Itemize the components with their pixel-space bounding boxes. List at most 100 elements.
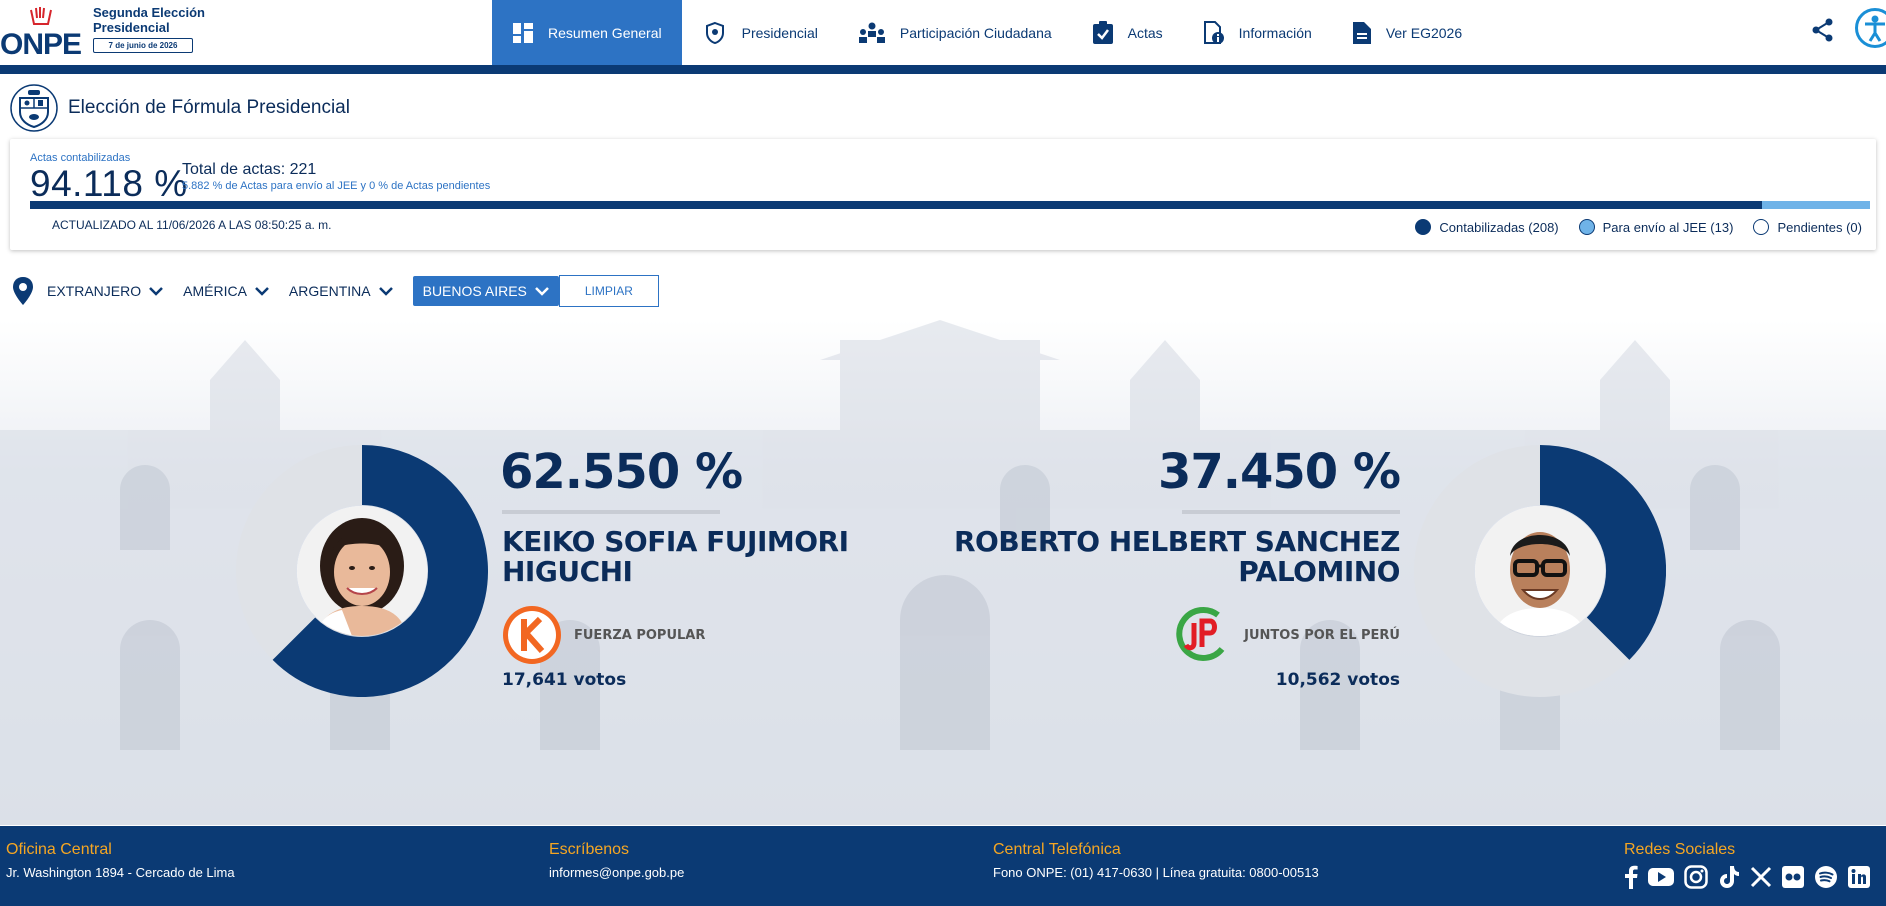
people-icon	[858, 22, 885, 43]
filter-label: EXTRANJERO	[47, 283, 142, 299]
footer-email-link[interactable]: informes@onpe.gob.pe	[549, 865, 684, 880]
party-name: JUNTOS POR EL PERÚ	[1244, 627, 1400, 643]
youtube-icon[interactable]	[1648, 867, 1674, 887]
page-title-row: Elección de Fórmula Presidencial	[10, 84, 350, 132]
accessibility-figure-icon	[1865, 15, 1885, 42]
logo-text: ONPE	[0, 28, 82, 61]
instagram-icon[interactable]	[1684, 865, 1708, 889]
candidate-name-line: ROBERTO HELBERT SANCHEZ	[954, 525, 1401, 558]
top-bar: ONPE Segunda Elección Presidencial 7 de …	[0, 0, 1886, 65]
election-title: Segunda Elección Presidencial	[93, 5, 205, 35]
fuerza-popular-logo-icon	[503, 606, 561, 664]
nav-presidencial[interactable]: Presidencial	[682, 0, 838, 65]
document-icon	[1352, 21, 1371, 44]
nav-label: Información	[1238, 24, 1312, 41]
candidate-2-photo	[1475, 506, 1605, 636]
legend-contabilizadas: Contabilizadas (208)	[1415, 219, 1559, 235]
main-nav: Resumen General Presidencial Participaci…	[492, 0, 1482, 65]
spotify-icon[interactable]	[1814, 865, 1838, 889]
filter-buenos-aires[interactable]: BUENOS AIRES	[412, 276, 559, 306]
candidate-1-donut	[236, 445, 488, 697]
candidate-1-votes: 17,641 votos	[502, 670, 627, 690]
facebook-icon[interactable]	[1624, 865, 1638, 889]
candidate-1-photo	[297, 506, 427, 636]
updated-timestamp: ACTUALIZADO AL 11/06/2026 A LAS 08:50:25…	[52, 218, 332, 232]
footer-social: Redes Sociales	[1624, 841, 1880, 889]
footer: Oficina Central Jr. Washington 1894 - Ce…	[0, 826, 1886, 906]
chevron-down-icon	[378, 287, 393, 296]
footer-write: Escríbenos informes@onpe.gob.pe	[549, 841, 684, 880]
footer-office-text: Jr. Washington 1894 - Cercado de Lima	[6, 865, 235, 880]
location-filters: EXTRANJERO AMÉRICA ARGENTINA BUENOS AIRE…	[13, 275, 659, 307]
legend-label: Para envío al JEE (13)	[1602, 219, 1734, 235]
candidate-1-party: FUERZA POPULAR	[502, 605, 705, 665]
legend-label: Pendientes (0)	[1777, 219, 1862, 235]
clipboard-check-icon	[1092, 20, 1113, 44]
footer-phone-text: Fono ONPE: (01) 417-0630 | Línea gratuit…	[993, 865, 1319, 880]
legend-pendientes: Pendientes (0)	[1753, 219, 1862, 235]
actas-note: 5.882 % de Actas para envío al JEE y 0 %…	[182, 180, 491, 192]
filter-argentina[interactable]: ARGENTINA	[289, 283, 393, 299]
ballot-hand-icon	[30, 7, 52, 25]
tiktok-icon[interactable]	[1718, 865, 1740, 889]
chevron-down-icon	[149, 287, 164, 296]
nav-ver-eg2026[interactable]: Ver EG2026	[1332, 0, 1482, 65]
footer-office: Oficina Central Jr. Washington 1894 - Ce…	[6, 841, 235, 880]
candidate-name-line: KEIKO SOFIA FUJIMORI	[502, 525, 849, 558]
legend-label: Contabilizadas (208)	[1439, 219, 1559, 235]
candidate-1-name: KEIKO SOFIA FUJIMORI HIGUCHI	[502, 527, 849, 587]
info-document-icon	[1203, 20, 1224, 44]
candidate-2-votes: 10,562 votos	[1275, 670, 1400, 690]
peru-coat-of-arms-icon	[10, 84, 58, 132]
location-pin-icon	[13, 277, 33, 305]
total-actas: Total de actas: 221	[182, 161, 317, 178]
candidate-2-name: ROBERTO HELBERT SANCHEZ PALOMINO	[954, 525, 1401, 588]
filter-label: ARGENTINA	[288, 283, 371, 299]
candidate-2-percentage: 37.450 %	[1157, 444, 1401, 500]
linkedin-icon[interactable]	[1848, 866, 1870, 888]
onpe-logo[interactable]: ONPE	[0, 4, 88, 61]
legend-jee: Para envío al JEE (13)	[1578, 219, 1734, 235]
chevron-down-icon	[255, 287, 269, 296]
legend-dot	[1578, 219, 1595, 235]
candidate-1-rule	[502, 510, 720, 514]
shield-icon	[705, 21, 724, 44]
filter-america[interactable]: AMÉRICA	[183, 283, 269, 299]
election-date: 7 de junio de 2026	[93, 38, 193, 53]
party-name: FUERZA POPULAR	[574, 627, 706, 643]
progress-legend: Contabilizadas (208) Para envío al JEE (…	[1395, 219, 1862, 235]
filter-extranjero[interactable]: EXTRANJERO	[47, 283, 164, 299]
juntos-por-el-peru-logo-icon	[1176, 606, 1225, 661]
nav-resumen-general[interactable]: Resumen General	[492, 0, 682, 65]
nav-participacion[interactable]: Participación Ciudadana	[838, 0, 1072, 65]
x-icon[interactable]	[1750, 866, 1772, 888]
footer-social-title: Redes Sociales	[1624, 841, 1736, 858]
nav-label: Presidencial	[741, 24, 818, 41]
actas-progress-bar	[30, 201, 1870, 209]
nav-label: Ver EG2026	[1385, 24, 1463, 41]
candidate-1-percentage: 62.550 %	[500, 444, 743, 500]
header-divider	[0, 65, 1886, 74]
nav-informacion[interactable]: Información	[1183, 0, 1332, 65]
chevron-down-icon	[534, 287, 549, 296]
clear-filters-button[interactable]: LIMPIAR	[558, 275, 659, 307]
candidate-2-party: JUNTOS POR EL PERÚ	[1174, 605, 1400, 665]
nav-label: Resumen General	[548, 24, 662, 41]
candidate-portrait	[297, 506, 427, 636]
candidate-2-rule	[1182, 510, 1400, 514]
nav-actas[interactable]: Actas	[1072, 0, 1183, 65]
flickr-icon[interactable]	[1782, 866, 1804, 888]
nav-label: Actas	[1127, 24, 1163, 41]
candidate-portrait	[1475, 506, 1605, 636]
footer-write-title: Escríbenos	[549, 841, 630, 858]
actas-percentage: 94.118 %	[30, 163, 188, 204]
filter-label: AMÉRICA	[183, 283, 247, 299]
share-icon[interactable]	[1812, 18, 1834, 42]
dashboard-icon	[513, 22, 533, 43]
results-hero: 62.550 % KEIKO SOFIA FUJIMORI HIGUCHI FU…	[0, 320, 1886, 825]
actas-progress-card: Actas contabilizadas 94.118 % Total de a…	[10, 139, 1876, 250]
legend-dot	[1415, 219, 1432, 235]
candidate-name-line: PALOMINO	[1238, 555, 1400, 588]
accessibility-icon[interactable]	[1855, 8, 1886, 48]
footer-phone: Central Telefónica Fono ONPE: (01) 417-0…	[993, 841, 1319, 880]
